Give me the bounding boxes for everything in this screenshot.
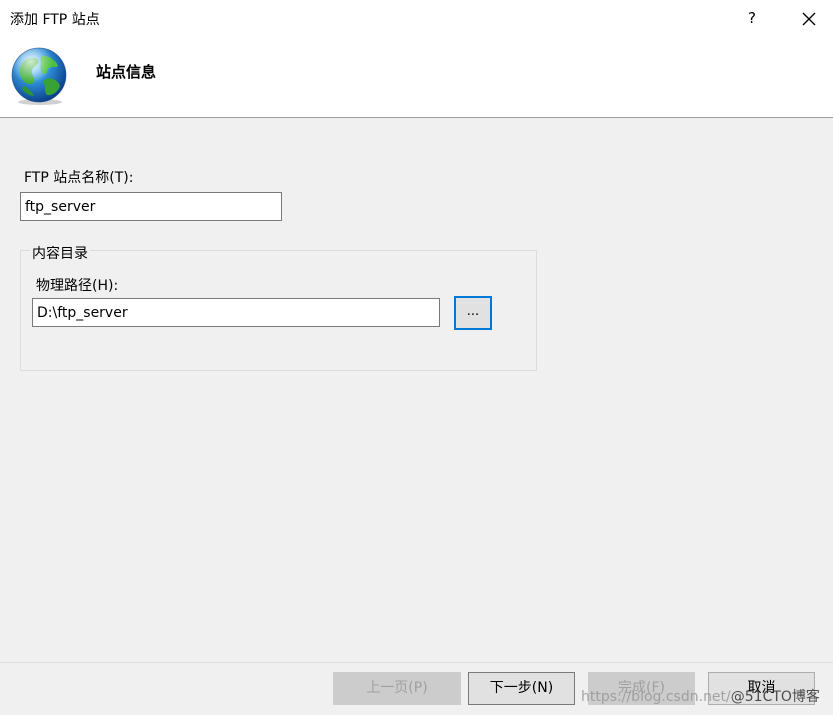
add-ftp-site-dialog: 添加 FTP 站点 ? 站点信息 FTP 站点名称(T): ftp_server… [0,0,833,715]
close-button[interactable] [796,6,822,32]
physical-path-input[interactable] [32,298,440,327]
page-title: 站点信息 [96,63,157,81]
site-name-label: FTP 站点名称(T): [24,170,134,186]
watermark: https://blog.csdn.net/@51CTO博客 [581,686,820,706]
watermark-url: https://blog.csdn.net/ [581,689,731,705]
close-icon [802,12,816,26]
physical-path-label: 物理路径(H): [36,278,119,294]
globe-icon [11,47,67,105]
content-directory-legend: 内容目录 [30,243,90,263]
watermark-brand: @51CTO博客 [730,689,820,705]
browse-button[interactable]: ... [454,296,492,330]
site-name-input[interactable] [20,192,282,221]
previous-button[interactable]: 上一页(P) [333,672,461,705]
dialog-header-area: 添加 FTP 站点 ? 站点信息 [0,0,833,118]
next-button[interactable]: 下一步(N) [468,672,575,705]
help-button[interactable]: ? [740,6,764,30]
window-title: 添加 FTP 站点 [10,12,100,28]
